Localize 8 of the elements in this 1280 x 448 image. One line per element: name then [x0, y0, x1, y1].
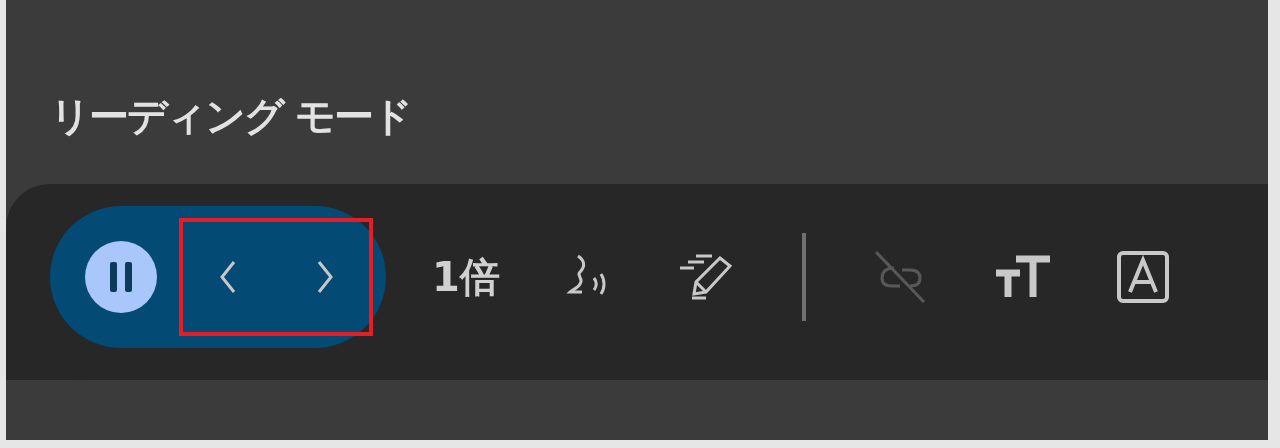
speed-button[interactable]: 1倍 — [432, 249, 500, 305]
window-title: リーディング モード — [49, 92, 412, 141]
text-size-button[interactable] — [993, 255, 1050, 299]
chevron-left-icon — [218, 260, 237, 294]
letter-box-icon — [1115, 250, 1170, 304]
text-box-button[interactable] — [1115, 250, 1170, 304]
text-size-icon — [993, 255, 1050, 299]
chevron-right-icon — [315, 260, 334, 294]
